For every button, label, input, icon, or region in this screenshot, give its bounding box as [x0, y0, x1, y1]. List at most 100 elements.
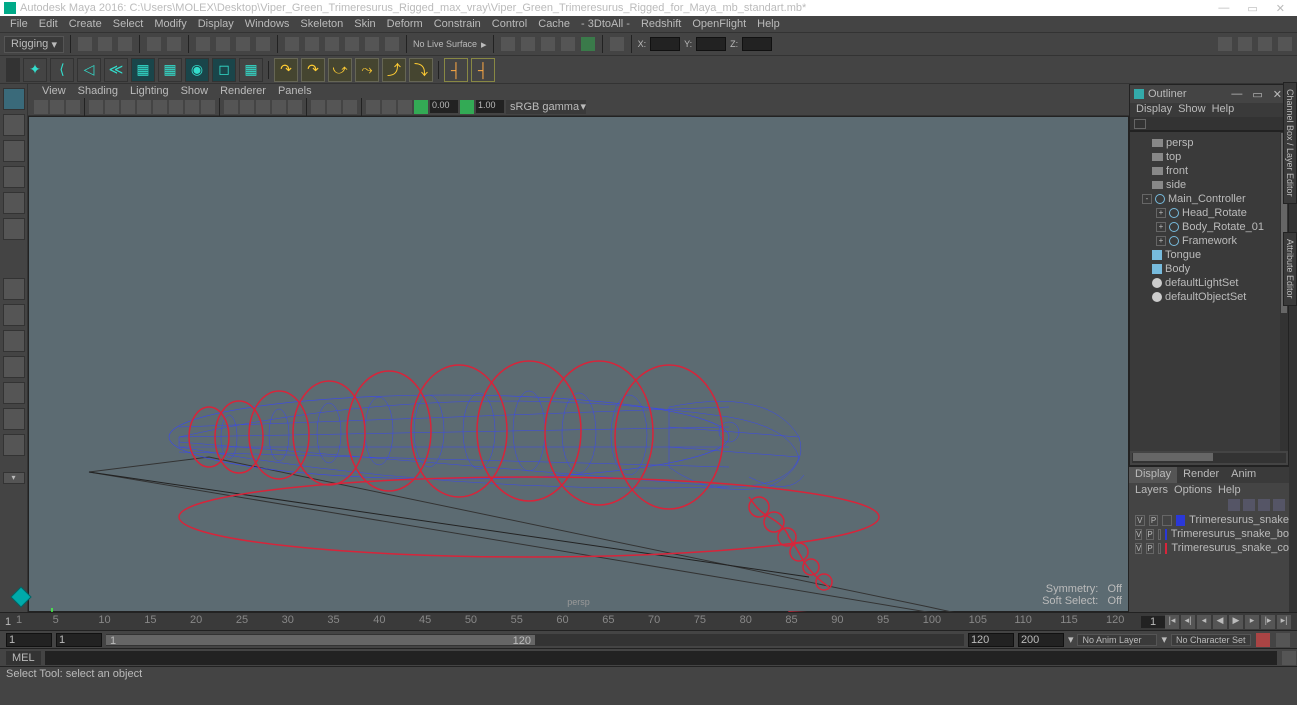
layer-color-swatch[interactable] [1176, 515, 1185, 526]
outliner-menu-item[interactable]: Show [1178, 103, 1206, 117]
layout-four-icon[interactable] [3, 304, 25, 326]
shelf-bracket1-icon[interactable]: ┤ [444, 58, 468, 82]
coord-z-input[interactable] [742, 37, 772, 51]
shelf-grid1-icon[interactable]: ▦ [131, 58, 155, 82]
go-start-button[interactable]: |◂ [1165, 615, 1179, 629]
layers-menu-item[interactable]: Help [1218, 484, 1241, 496]
outliner-item-body-rotate[interactable]: +Body_Rotate_01 [1132, 220, 1286, 234]
sidebar-tab-channelbox[interactable]: Channel Box / Layer Editor [1283, 82, 1297, 204]
snap-curve-icon[interactable] [304, 36, 320, 52]
gamma-toggle-icon[interactable] [460, 100, 474, 114]
prefs-icon[interactable] [1275, 632, 1291, 648]
menu-item[interactable]: Windows [241, 18, 294, 30]
textured-icon[interactable] [256, 100, 270, 114]
sidebar-tab-attribute-editor[interactable]: Attribute Editor [1283, 232, 1297, 306]
chevron-down-icon[interactable]: ▾ [1068, 633, 1074, 646]
menu-item[interactable]: Redshift [637, 18, 685, 30]
layer-visibility-toggle[interactable]: V [1135, 529, 1142, 540]
exposure-field[interactable]: 0.00 [430, 100, 458, 113]
paint-select-tool[interactable] [3, 140, 25, 162]
timeline-frame-field[interactable]: 1 [1141, 616, 1165, 628]
layer-playback-toggle[interactable]: P [1146, 529, 1153, 540]
shelf-tab-selector[interactable] [6, 58, 20, 82]
layout-preset-icon[interactable] [3, 408, 25, 430]
step-forward-key-button[interactable]: |▸ [1261, 615, 1275, 629]
menu-item[interactable]: Deform [383, 18, 427, 30]
maximize-button[interactable]: ▭ [1247, 2, 1257, 15]
camera-select-icon[interactable] [34, 100, 48, 114]
film-gate-icon[interactable] [121, 100, 135, 114]
tab-render[interactable]: Render [1177, 467, 1225, 483]
expand-icon[interactable]: + [1156, 208, 1166, 218]
panel-menu-item[interactable]: Shading [74, 85, 122, 97]
layer-color-swatch[interactable] [1165, 543, 1167, 554]
anim-start-input[interactable]: 1 [6, 633, 52, 647]
ipr-render-icon[interactable] [540, 36, 556, 52]
menu-item[interactable]: Skin [350, 18, 379, 30]
scale-tool[interactable] [3, 218, 25, 240]
layout-three-icon[interactable] [3, 382, 25, 404]
outliner-menu-item[interactable]: Display [1136, 103, 1172, 117]
close-button[interactable]: ✕ [1276, 2, 1285, 15]
layer-new-selected-icon[interactable] [1273, 499, 1285, 511]
panel-menu-item[interactable]: Show [177, 85, 213, 97]
lasso-tool[interactable] [3, 114, 25, 136]
use-lights-icon[interactable] [272, 100, 286, 114]
gate-mask-icon[interactable] [153, 100, 167, 114]
channel-box-icon[interactable] [1277, 36, 1293, 52]
outliner-hscroll[interactable] [1132, 453, 1286, 463]
layout-single-icon[interactable] [3, 278, 25, 300]
shelf-bracket2-icon[interactable]: ┤ [471, 58, 495, 82]
panel-menu-item[interactable]: Lighting [126, 85, 173, 97]
smooth-shade-icon[interactable] [240, 100, 254, 114]
layer-playback-toggle[interactable]: P [1146, 543, 1153, 554]
menu-item[interactable]: Edit [35, 18, 62, 30]
select-mask-icon[interactable] [255, 36, 271, 52]
gamma-field[interactable]: 1.00 [476, 100, 504, 113]
tab-display[interactable]: Display [1129, 467, 1177, 483]
shelf-curve1-icon[interactable]: ↷ [274, 58, 298, 82]
coord-x-input[interactable] [650, 37, 680, 51]
safe-title-icon[interactable] [201, 100, 215, 114]
shelf-back-icon[interactable]: ⟨ [50, 58, 74, 82]
menu-item[interactable]: Select [109, 18, 148, 30]
wireframe-icon[interactable] [224, 100, 238, 114]
outliner-maximize-icon[interactable]: ▭ [1252, 88, 1262, 101]
layer-row[interactable]: V P Trimeresurus_snake_co [1129, 541, 1289, 555]
step-back-key-button[interactable]: ◂| [1181, 615, 1195, 629]
shelf-play-icon[interactable]: ◁ [77, 58, 101, 82]
menu-item[interactable]: Skeleton [296, 18, 347, 30]
snap-point-icon[interactable] [324, 36, 340, 52]
shelf-curve6-icon[interactable]: ⤵ [409, 58, 433, 82]
outliner-close-icon[interactable]: ✕ [1273, 88, 1282, 101]
shelf-fastback-icon[interactable]: ≪ [104, 58, 128, 82]
panel-menu-item[interactable]: Panels [274, 85, 316, 97]
layer-color-swatch[interactable] [1165, 529, 1167, 540]
outliner-item-framework[interactable]: +Framework [1132, 234, 1286, 248]
layer-type-toggle[interactable] [1162, 515, 1172, 526]
snap-plane-icon[interactable] [344, 36, 360, 52]
panel-menu-item[interactable]: Renderer [216, 85, 270, 97]
outliner-tree[interactable]: persp top front side -Main_Controller +H… [1130, 131, 1288, 451]
menu-item[interactable]: - 3DtoAll - [577, 18, 634, 30]
exposure-toggle-icon[interactable] [414, 100, 428, 114]
construction-history-icon[interactable] [500, 36, 516, 52]
step-back-button[interactable]: ◂ [1197, 615, 1211, 629]
shelf-curve3-icon[interactable]: ⤻ [328, 58, 352, 82]
render-frame-icon[interactable] [520, 36, 536, 52]
attribute-editor-icon[interactable] [1237, 36, 1253, 52]
xray-joints-icon[interactable] [343, 100, 357, 114]
grid-icon[interactable] [105, 100, 119, 114]
color-space-dropdown[interactable]: sRGB gamma ▾ [506, 100, 586, 114]
open-scene-icon[interactable] [97, 36, 113, 52]
outliner-titlebar[interactable]: Outliner — ▭ ✕ [1130, 85, 1288, 103]
layout-icon[interactable] [609, 36, 625, 52]
shelf-curve5-icon[interactable]: ⤴ [382, 58, 406, 82]
layer-visibility-toggle[interactable]: V [1135, 543, 1142, 554]
shelf-grid2-icon[interactable]: ▦ [158, 58, 182, 82]
script-editor-icon[interactable] [1281, 650, 1297, 666]
outliner-item-persp[interactable]: persp [1132, 136, 1286, 150]
shelf-star-icon[interactable]: ✦ [23, 58, 47, 82]
layer-playback-toggle[interactable]: P [1149, 515, 1159, 526]
redo-icon[interactable] [166, 36, 182, 52]
